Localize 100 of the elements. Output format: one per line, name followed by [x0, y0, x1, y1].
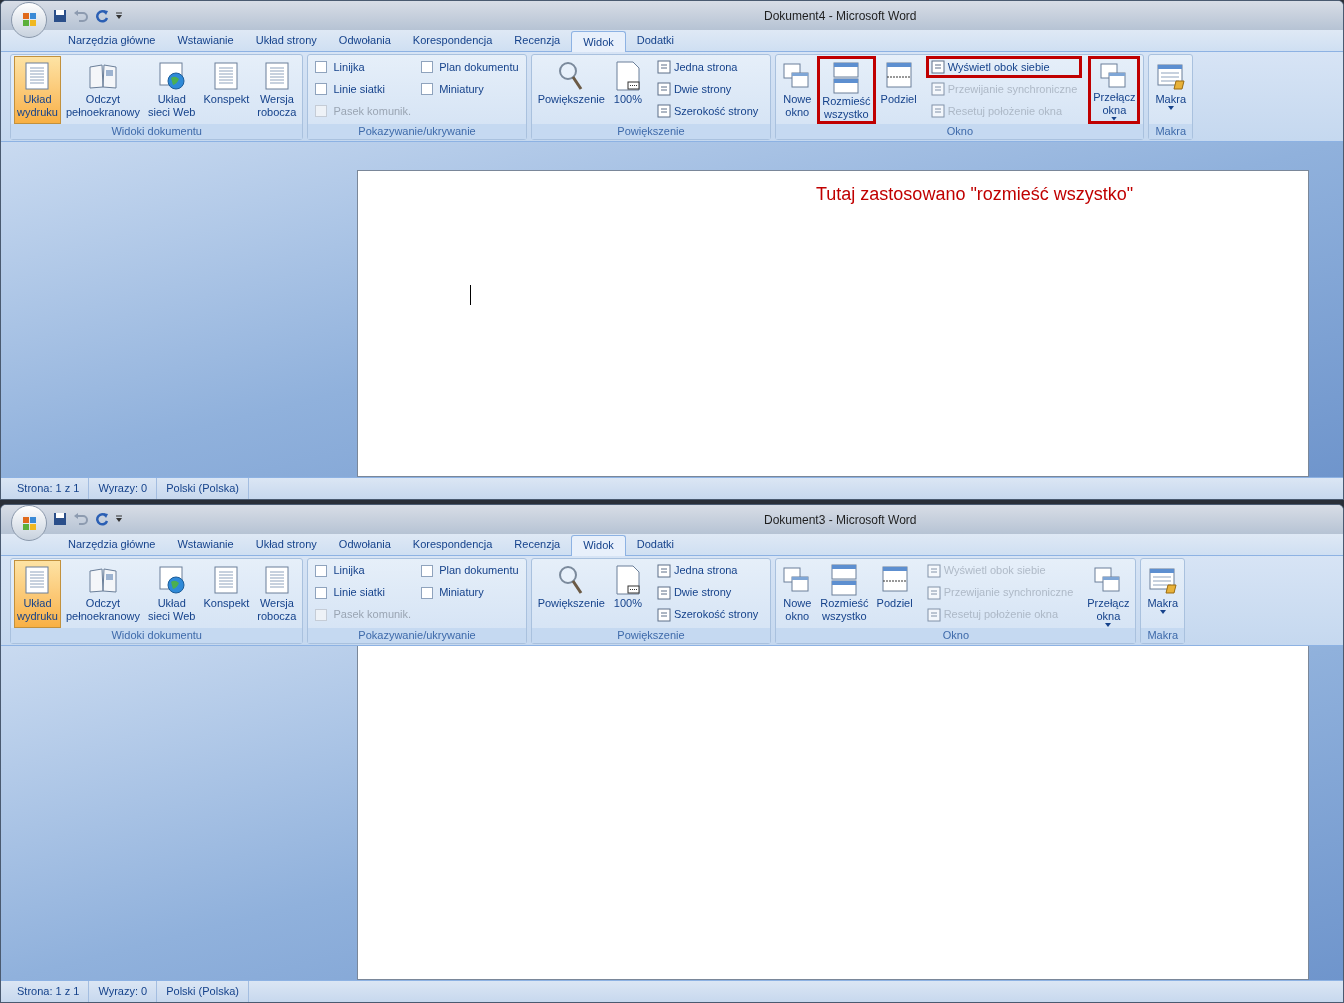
checkbox-label: Linijka	[333, 59, 365, 75]
ribbon-button[interactable]: Nowe okno	[779, 56, 816, 124]
ribbon-button[interactable]: Powiększenie	[534, 56, 608, 124]
ribbon-small-button[interactable]: Dwie strony	[651, 78, 764, 100]
ribbon-small-button[interactable]: Dwie strony	[651, 581, 764, 604]
ribbon-button[interactable]: Wersja robocza	[254, 559, 300, 628]
checkbox-label: Miniatury	[439, 585, 484, 601]
save-icon[interactable]	[53, 8, 67, 23]
ribbon-button[interactable]: 100%	[609, 559, 646, 628]
ribbon-button[interactable]: Układ wydruku	[14, 559, 61, 628]
globe-page-icon	[156, 61, 187, 91]
ribbon-button[interactable]: Rozmieść wszystko	[817, 56, 876, 124]
office-logo-icon[interactable]	[11, 1, 47, 38]
group-label: Makra	[1149, 124, 1192, 139]
ribbon-tab[interactable]: Dodatki	[625, 533, 686, 555]
ribbon-button[interactable]: Konspekt	[200, 559, 253, 628]
save-icon[interactable]	[53, 512, 67, 526]
checkbox[interactable]	[421, 83, 434, 95]
ribbon-tab[interactable]: Układ strony	[244, 533, 328, 555]
group-label: Okno	[776, 627, 1136, 643]
checkbox-label: Pasek komunik.	[333, 607, 412, 623]
stacked-windows-icon	[833, 62, 860, 94]
caret-icon	[1111, 117, 1118, 121]
office-logo-icon[interactable]	[11, 505, 47, 541]
ribbon-button[interactable]: Powiększenie	[534, 559, 608, 628]
ribbon-tab[interactable]: Narzędzia główne	[57, 30, 167, 51]
ribbon-tab[interactable]: Odwołania	[327, 533, 402, 555]
macro-sheet-icon	[1155, 61, 1186, 91]
status-item: Polski (Polska)	[157, 981, 249, 1002]
ribbon-button[interactable]: Makra	[1152, 56, 1189, 124]
annotation-text: Tutaj zastosowano "rozmieść wszystko"	[816, 183, 1134, 206]
checkbox[interactable]	[421, 564, 434, 577]
customize-toolbar-icon[interactable]	[115, 515, 123, 523]
group-label: Okno	[776, 124, 1144, 139]
window-title: Dokument4 - Microsoft Word	[764, 8, 917, 25]
ribbon-button[interactable]: Wersja robocza	[254, 56, 300, 124]
ribbon-button[interactable]: Rozmieść wszystko	[817, 559, 872, 628]
ribbon-tab[interactable]: Wstawianie	[166, 30, 245, 51]
ribbon-tab[interactable]: Korespondencja	[401, 533, 504, 555]
checkbox[interactable]	[315, 83, 328, 95]
ribbon-tab[interactable]: Narzędzia główne	[57, 533, 167, 555]
checkbox-label: Pasek komunik.	[333, 103, 412, 119]
globe-page-icon	[156, 564, 187, 595]
status-item: Strona: 1 z 1	[8, 981, 90, 1002]
checkbox-label: Linie siatki	[333, 81, 385, 97]
checkbox-label: Linijka	[333, 563, 365, 579]
ribbon-small-button[interactable]: Szerokość strony	[651, 100, 764, 122]
ribbon-button[interactable]: Przełącz okna	[1084, 559, 1133, 628]
checkbox-label: Plan dokumentu	[439, 59, 519, 75]
ribbon-tab[interactable]: Dodatki	[625, 30, 686, 51]
ribbon-tab[interactable]: Odwołania	[327, 30, 402, 51]
ribbon-button[interactable]: Układ wydruku	[14, 56, 61, 124]
text-cursor	[470, 285, 471, 305]
ribbon-button[interactable]: 100%	[609, 56, 646, 124]
ribbon-tab[interactable]: Układ strony	[244, 30, 328, 51]
ribbon-button[interactable]: Układ sieci Web	[144, 559, 199, 628]
ribbon-button[interactable]: Makra	[1144, 559, 1181, 628]
checkbox[interactable]	[421, 586, 434, 599]
group-label: Powiększenie	[531, 124, 771, 139]
caret-icon	[1167, 106, 1174, 110]
ribbon-tab[interactable]: Widok	[571, 534, 626, 556]
ribbon-tab[interactable]: Widok	[571, 31, 626, 52]
ribbon-button[interactable]: Konspekt	[200, 56, 253, 124]
checkbox[interactable]	[421, 61, 434, 73]
group-label: Powiększenie	[531, 627, 771, 643]
redo-icon[interactable]	[95, 512, 109, 526]
status-item: Polski (Polska)	[157, 477, 249, 499]
checkbox-label: Plan dokumentu	[439, 563, 519, 579]
ribbon-small-button[interactable]: Szerokość strony	[651, 603, 764, 626]
window-title: Dokument3 - Microsoft Word	[764, 511, 917, 529]
ribbon-small-button[interactable]: Jedna strona	[651, 559, 764, 582]
ribbon-tab[interactable]: Recenzja	[503, 533, 572, 555]
ribbon-tab[interactable]: Wstawianie	[166, 533, 245, 555]
undo-icon[interactable]	[73, 512, 89, 526]
ribbon-button[interactable]: Odczyt pełnoekranowy	[62, 559, 143, 628]
ribbon-small-button[interactable]: Jedna strona	[651, 56, 764, 78]
ribbon-small-button[interactable]: Wyświetl obok siebie	[925, 56, 1083, 78]
undo-icon[interactable]	[73, 8, 89, 23]
checkbox[interactable]	[315, 61, 328, 73]
split-window-icon	[885, 61, 912, 91]
open-book-icon	[87, 61, 118, 91]
checkbox[interactable]	[315, 564, 328, 577]
checkbox[interactable]	[315, 586, 328, 599]
ribbon-button[interactable]: Układ sieci Web	[144, 56, 199, 124]
caret-icon	[1159, 609, 1166, 614]
group-label: Widoki dokumentu	[11, 124, 303, 139]
stacked-windows-icon	[831, 563, 858, 596]
customize-toolbar-icon[interactable]	[115, 11, 123, 20]
ribbon-button[interactable]: Nowe okno	[779, 559, 816, 628]
ribbon-tab[interactable]: Korespondencja	[401, 30, 504, 51]
status-item: Wyrazy: 0	[89, 981, 158, 1002]
ribbon-tab[interactable]: Recenzja	[503, 30, 572, 51]
checkbox-label: Linie siatki	[333, 585, 385, 601]
ribbon-button[interactable]: Podziel	[873, 559, 916, 628]
ribbon-button[interactable]: Odczyt pełnoekranowy	[62, 56, 143, 124]
ribbon-button[interactable]: Przełącz okna	[1088, 56, 1141, 124]
redo-icon[interactable]	[95, 8, 109, 23]
ribbon-button[interactable]: Podziel	[877, 56, 920, 124]
status-item: Wyrazy: 0	[89, 477, 158, 499]
group-label: Makra	[1141, 627, 1184, 643]
